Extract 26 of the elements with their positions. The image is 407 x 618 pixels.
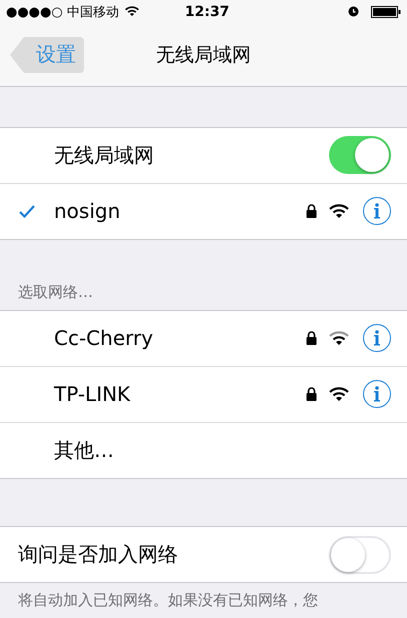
- battery-icon: [371, 6, 401, 18]
- toggle-switch[interactable]: [329, 136, 391, 174]
- network-name: nosign: [54, 199, 122, 224]
- network-name: Cc-Cherry: [54, 326, 154, 350]
- info-button[interactable]: [363, 197, 391, 226]
- info-icon: [374, 203, 380, 220]
- alarm-icon: [348, 6, 359, 18]
- network-name: TP-LINK: [54, 382, 132, 406]
- other-network-row[interactable]: 其他…: [0, 422, 407, 478]
- network-row[interactable]: nosign: [0, 184, 407, 239]
- info-button[interactable]: [363, 324, 391, 352]
- network-row[interactable]: Cc-Cherry: [0, 310, 407, 367]
- info-icon: [374, 330, 380, 346]
- carrier-text: ●●●●○ 中国移动: [6, 4, 119, 21]
- time-text: 12:37: [184, 4, 230, 20]
- info-icon: [374, 386, 380, 402]
- page-title: 无线局域网: [156, 42, 251, 68]
- footer-note: 将自动加入已知网络。如果没有已知网络，您: [17, 590, 319, 611]
- network-row[interactable]: TP-LINK: [0, 366, 407, 423]
- ask-join-label: 询问是否加入网络: [18, 541, 179, 568]
- wifi-icon: [124, 6, 139, 18]
- wifi-label: 无线局域网: [54, 142, 155, 169]
- section-header: 选取网络…: [17, 282, 94, 303]
- toggle-switch[interactable]: [329, 536, 391, 574]
- info-button[interactable]: [363, 380, 391, 408]
- other-network-label: 其他…: [54, 436, 115, 464]
